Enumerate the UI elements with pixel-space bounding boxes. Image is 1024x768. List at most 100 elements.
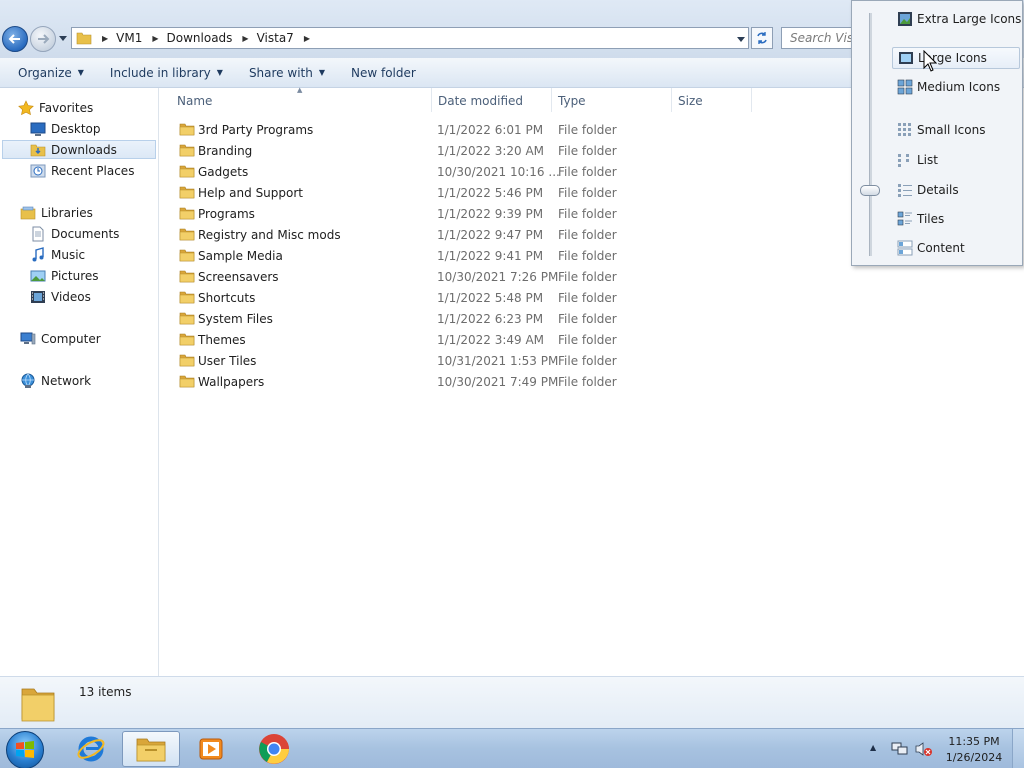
- documents-icon: [30, 226, 46, 242]
- taskbar-windows-explorer[interactable]: [122, 731, 180, 767]
- column-header-type[interactable]: Type: [558, 94, 586, 114]
- table-row[interactable]: Registry and Misc mods 1/1/2022 9:47 PM Fi…: [176, 224, 776, 245]
- view-options-menu: Extra Large Icons Large Icons Medium Ico…: [851, 0, 1023, 266]
- forward-button[interactable]: [30, 26, 56, 52]
- new-folder-label: New folder: [351, 65, 416, 80]
- nav-item-pictures[interactable]: Pictures: [30, 266, 99, 285]
- breadcrumb-item-downloads[interactable]: Downloads: [167, 31, 233, 45]
- table-row[interactable]: Gadgets 10/30/2021 10:16 ... File folder: [176, 161, 776, 182]
- table-row[interactable]: Wallpapers 10/30/2021 7:49 PM File folder: [176, 371, 776, 392]
- column-divider[interactable]: [551, 88, 552, 112]
- file-type: File folder: [558, 375, 617, 389]
- view-option-content[interactable]: Content: [892, 237, 1020, 259]
- folder-icon: [179, 227, 195, 244]
- taskbar-internet-explorer[interactable]: [62, 731, 120, 767]
- file-name: Gadgets: [198, 165, 249, 179]
- show-desktop-button[interactable]: [1012, 729, 1024, 768]
- large-icons-icon: [899, 52, 913, 64]
- back-arrow-icon: [8, 34, 20, 44]
- breadcrumb[interactable]: ▶ VM1 ▶ Downloads ▶ Vista7 ▶: [71, 27, 749, 49]
- address-dropdown-icon[interactable]: [736, 34, 746, 44]
- folder-icon: [179, 122, 195, 139]
- column-header-date-modified[interactable]: Date modified: [438, 94, 523, 114]
- nav-label: Documents: [51, 226, 120, 241]
- file-type: File folder: [558, 312, 617, 326]
- share-with-button[interactable]: Share with ▼: [243, 66, 331, 80]
- caret-down-icon: ▼: [318, 68, 325, 77]
- view-slider-thumb[interactable]: [860, 185, 880, 196]
- nav-item-music[interactable]: Music: [30, 245, 85, 264]
- new-folder-button[interactable]: New folder: [345, 66, 422, 80]
- nav-item-computer[interactable]: Computer: [20, 329, 101, 348]
- folder-icon: [179, 164, 195, 181]
- table-row[interactable]: Screensavers 10/30/2021 7:26 PM File folde…: [176, 266, 776, 287]
- file-date-modified: 1/1/2022 9:47 PM: [437, 228, 544, 242]
- table-row[interactable]: Branding 1/1/2022 3:20 AM File folder: [176, 140, 776, 161]
- file-name: System Files: [198, 312, 273, 326]
- table-row[interactable]: Shortcuts 1/1/2022 5:48 PM File folder: [176, 287, 776, 308]
- table-row[interactable]: Programs 1/1/2022 9:39 PM File folder: [176, 203, 776, 224]
- nav-item-libraries[interactable]: Libraries: [20, 203, 93, 222]
- windows-explorer-icon: [136, 738, 166, 762]
- star-icon: [18, 99, 34, 116]
- breadcrumb-item-vm1[interactable]: VM1: [116, 31, 142, 45]
- medium-icons-icon: [897, 79, 913, 95]
- view-slider-track[interactable]: [869, 13, 872, 256]
- view-option-list[interactable]: List: [892, 149, 1020, 171]
- table-row[interactable]: User Tiles 10/31/2021 1:53 PM File folder: [176, 350, 776, 371]
- column-header-name[interactable]: Name: [177, 94, 212, 114]
- table-row[interactable]: Themes 1/1/2022 3:49 AM File folder: [176, 329, 776, 350]
- taskbar-media-player[interactable]: [182, 731, 240, 767]
- clock[interactable]: 11:35 PM 1/26/2024: [942, 734, 1006, 766]
- show-hidden-icons-icon[interactable]: ▲: [870, 743, 876, 752]
- view-option-tiles[interactable]: Tiles: [892, 208, 1020, 230]
- breadcrumb-item-vista7[interactable]: Vista7: [257, 31, 294, 45]
- folder-icon: [179, 353, 195, 370]
- nav-item-documents[interactable]: Documents: [30, 224, 119, 243]
- organize-button[interactable]: Organize ▼: [12, 66, 90, 80]
- view-option-small-icons[interactable]: Small Icons: [892, 119, 1020, 141]
- table-row[interactable]: Sample Media 1/1/2022 9:41 PM File folder: [176, 245, 776, 266]
- folder-icon: [179, 143, 195, 160]
- nav-item-recent-places[interactable]: Recent Places: [30, 161, 134, 180]
- table-row[interactable]: 3rd Party Programs 1/1/2022 6:01 PM File f…: [176, 119, 776, 140]
- column-divider[interactable]: [671, 88, 672, 112]
- search-input[interactable]: Search Vista7: [781, 27, 861, 49]
- nav-item-desktop[interactable]: Desktop: [30, 119, 101, 138]
- back-button[interactable]: [2, 26, 28, 52]
- desktop-icon: [30, 121, 46, 137]
- view-option-label: Content: [917, 241, 965, 255]
- start-button[interactable]: [6, 731, 44, 768]
- column-header-size[interactable]: Size: [678, 94, 703, 114]
- recent-pages-dropdown-icon[interactable]: [58, 33, 68, 43]
- file-date-modified: 1/1/2022 5:46 PM: [437, 186, 544, 200]
- windows-logo-icon: [16, 741, 34, 758]
- breadcrumb-separator-icon[interactable]: ▶: [102, 34, 108, 43]
- view-option-label: Extra Large Icons: [917, 12, 1022, 26]
- column-divider[interactable]: [431, 88, 432, 112]
- breadcrumb-separator-icon[interactable]: ▶: [242, 34, 248, 43]
- column-divider[interactable]: [751, 88, 752, 112]
- view-option-details[interactable]: Details: [892, 179, 1020, 201]
- taskbar-chrome[interactable]: [245, 731, 303, 767]
- file-date-modified: 1/1/2022 9:41 PM: [437, 249, 544, 263]
- nav-item-downloads[interactable]: Downloads: [2, 140, 156, 159]
- table-row[interactable]: Help and Support 1/1/2022 5:46 PM File fol…: [176, 182, 776, 203]
- view-option-extra-large-icons[interactable]: Extra Large Icons: [892, 8, 1022, 30]
- details-view-icon: [898, 184, 912, 197]
- nav-item-network[interactable]: Network: [20, 371, 91, 390]
- file-name: Shortcuts: [198, 291, 256, 305]
- folder-icon: [179, 185, 195, 202]
- volume-muted-icon[interactable]: [915, 741, 933, 757]
- breadcrumb-separator-icon[interactable]: ▶: [304, 34, 310, 43]
- network-tray-icon[interactable]: [891, 741, 909, 757]
- refresh-button[interactable]: [751, 27, 773, 49]
- view-option-medium-icons[interactable]: Medium Icons: [892, 76, 1020, 98]
- nav-item-favorites[interactable]: Favorites: [18, 98, 93, 117]
- include-in-library-button[interactable]: Include in library ▼: [104, 66, 229, 80]
- breadcrumb-separator-icon[interactable]: ▶: [152, 34, 158, 43]
- nav-item-videos[interactable]: Videos: [30, 287, 91, 306]
- navigation-pane: Favorites Desktop Downloads Recent Place…: [0, 88, 159, 676]
- table-row[interactable]: System Files 1/1/2022 6:23 PM File folder: [176, 308, 776, 329]
- view-option-large-icons[interactable]: Large Icons: [892, 47, 1020, 69]
